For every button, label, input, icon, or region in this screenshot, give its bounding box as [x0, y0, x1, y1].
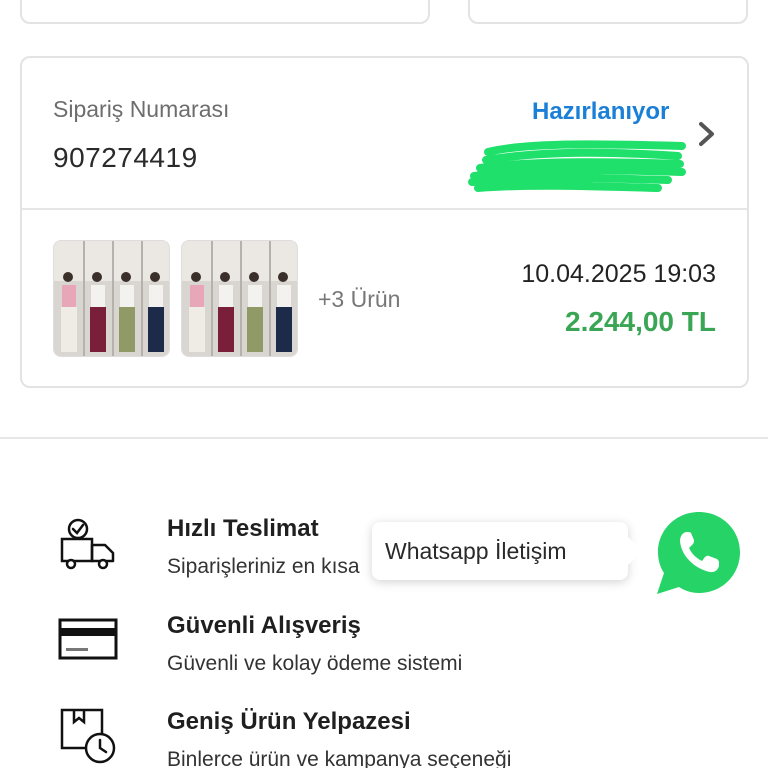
order-number: 907274419 [53, 142, 198, 173]
chevron-right-icon[interactable] [696, 120, 718, 148]
order-number-label: Sipariş Numarası [53, 96, 230, 122]
delivery-truck-icon [60, 518, 115, 570]
feature-secure-shopping: Güvenli Alışveriş Güvenli ve kolay ödeme… [0, 612, 768, 692]
redaction-scribble [468, 140, 686, 192]
order-header[interactable]: Sipariş Numarası 907274419 Hazırlanıyor [22, 58, 747, 210]
whatsapp-phone-icon[interactable] [652, 506, 746, 600]
whatsapp-tooltip[interactable]: Whatsapp İletişim [372, 522, 642, 580]
more-items-count: +3 Ürün [318, 286, 401, 312]
feature-wide-range: Geniş Ürün Yelpazesi Binlerce ürün ve ka… [0, 708, 768, 768]
order-total-price: 2.244,00 TL [565, 306, 716, 337]
order-status: Hazırlanıyor [532, 98, 670, 125]
feature-description: Binlerce ürün ve kampanya seçeneği [167, 748, 512, 768]
product-thumbnail[interactable] [181, 240, 298, 357]
product-thumbnail[interactable] [53, 240, 170, 357]
product-box-icon [60, 708, 116, 764]
feature-description: Güvenli ve kolay ödeme sistemi [167, 652, 463, 675]
feature-title: Hızlı Teslimat [167, 515, 319, 542]
feature-title: Geniş Ürün Yelpazesi [167, 708, 411, 735]
credit-card-icon [58, 618, 118, 660]
section-divider [0, 437, 768, 439]
order-date: 10.04.2025 19:03 [521, 260, 716, 288]
whatsapp-label: Whatsapp İletişim [385, 538, 567, 564]
feature-title: Güvenli Alışveriş [167, 612, 361, 639]
previous-card-left [20, 0, 430, 24]
feature-description: Siparişleriniz en kısa [167, 555, 360, 578]
order-body[interactable]: +3 Ürün 10.04.2025 19:03 2.244,00 TL [22, 210, 747, 386]
order-card[interactable]: Sipariş Numarası 907274419 Hazırlanıyor [20, 56, 749, 388]
previous-card-right [468, 0, 748, 24]
